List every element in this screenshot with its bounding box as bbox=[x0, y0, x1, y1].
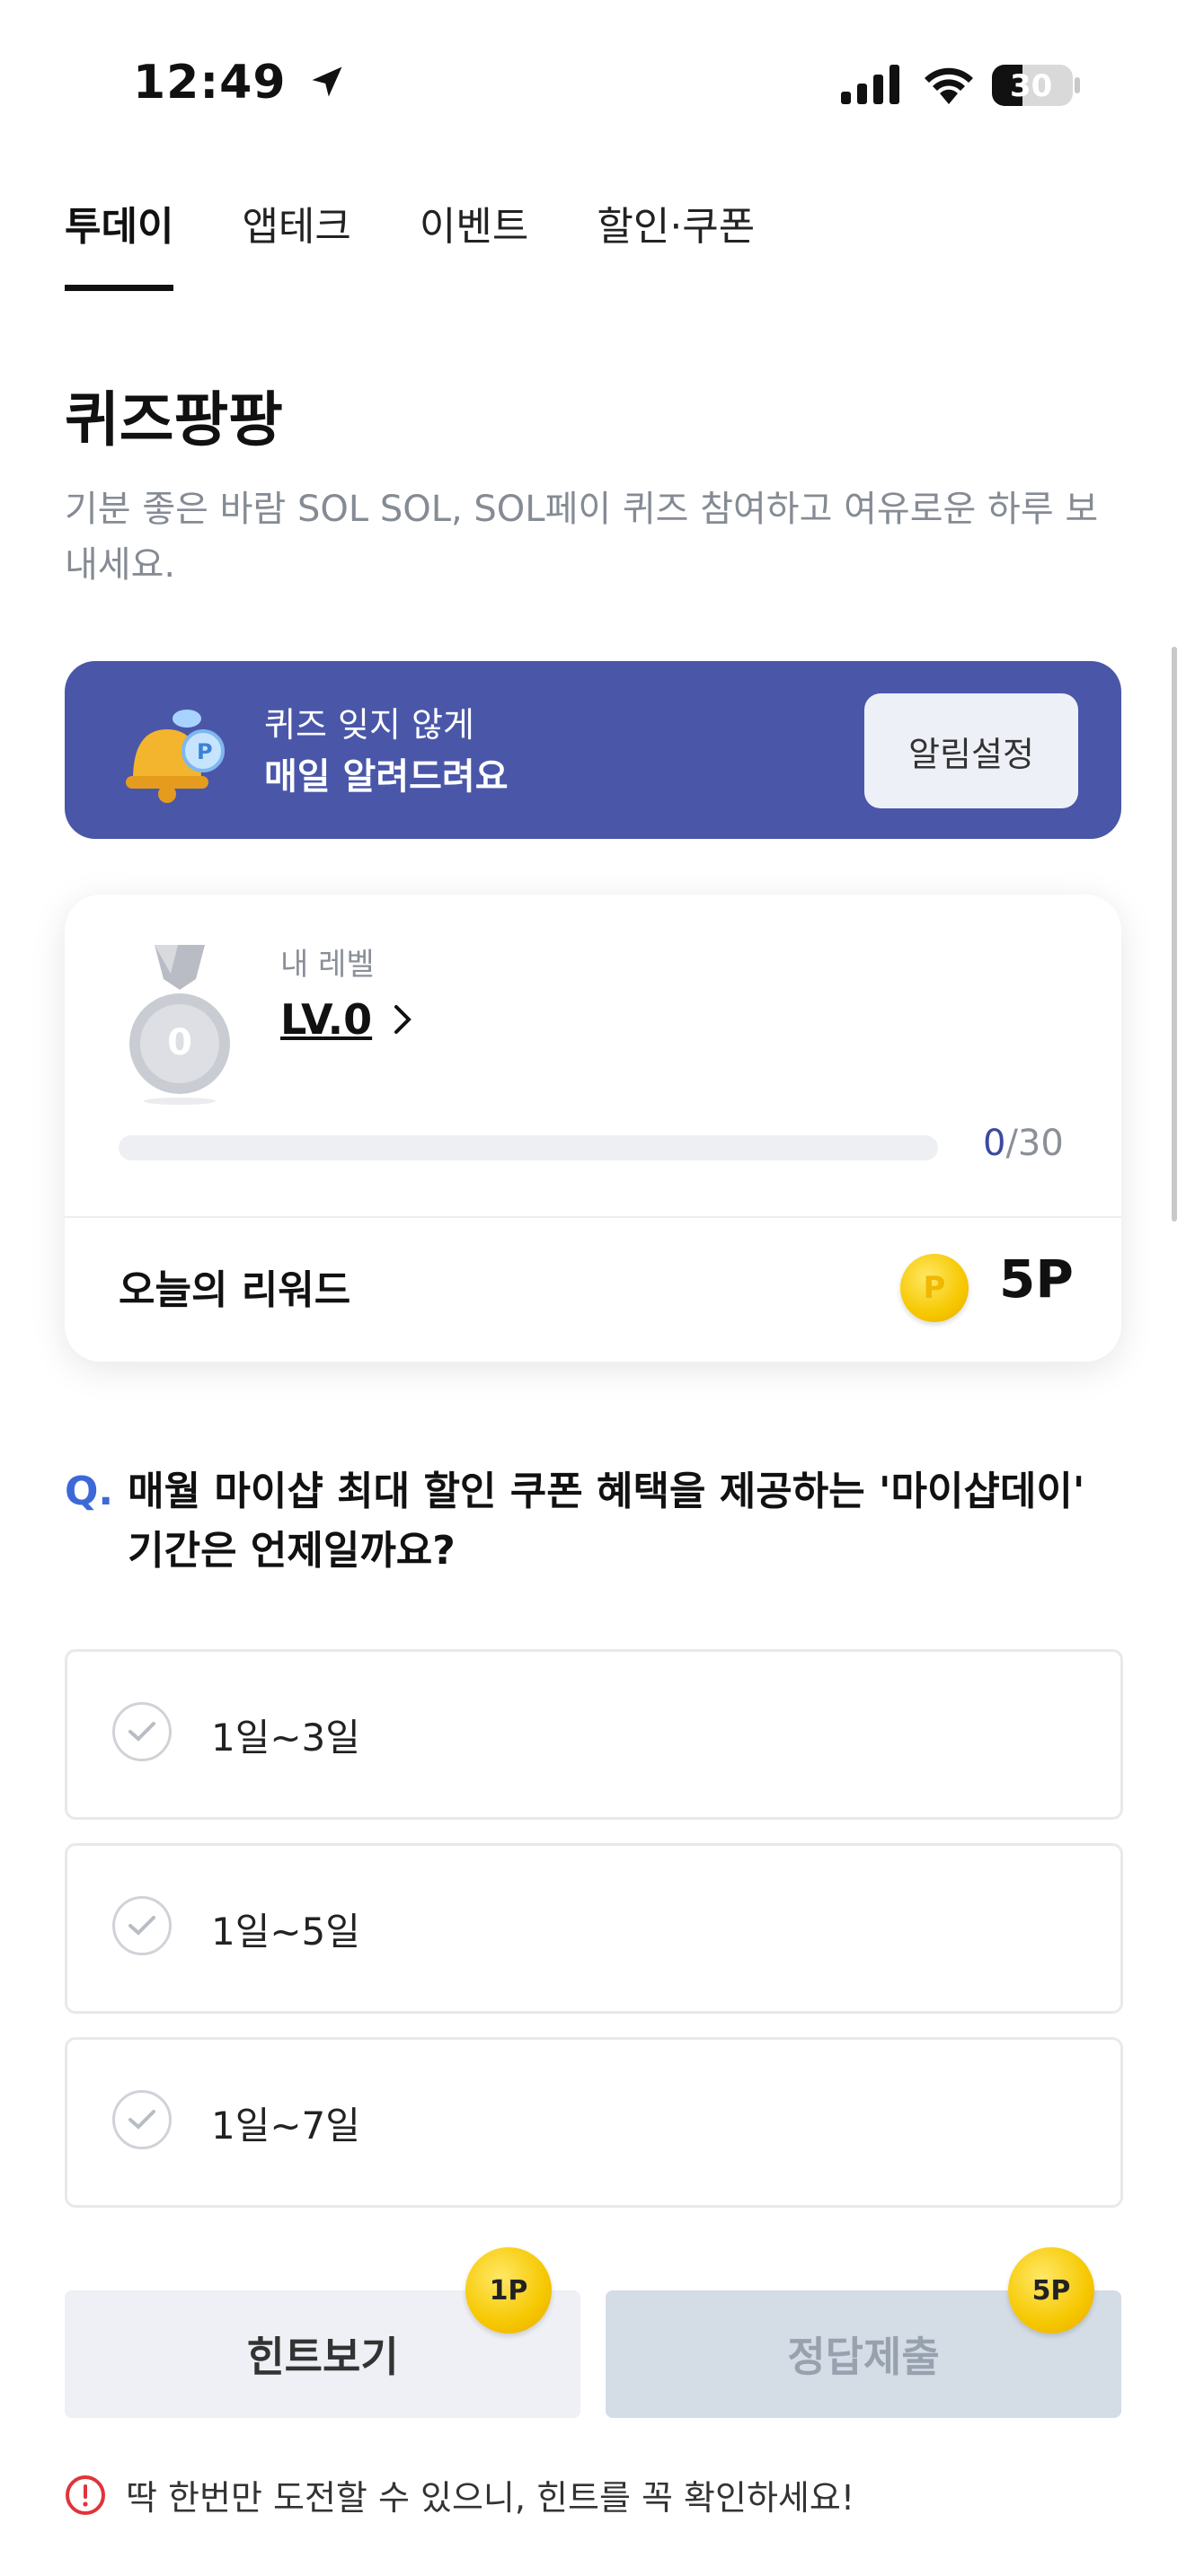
answer-option-1[interactable]: 1일~3일 bbox=[65, 1649, 1123, 1820]
reward-label: 오늘의 리워드 bbox=[119, 1267, 351, 1313]
medal-number: 0 bbox=[167, 1022, 192, 1063]
signal-icon bbox=[841, 65, 902, 108]
tab-bar: 투데이 앱테크 이벤트 할인·쿠폰 bbox=[65, 194, 755, 291]
location-arrow-icon bbox=[312, 66, 342, 97]
hint-cost-badge: 1P bbox=[465, 2247, 552, 2333]
banner-line1: 퀴즈 잊지 않게 bbox=[264, 705, 474, 745]
tab-coupons[interactable]: 할인·쿠폰 bbox=[597, 194, 755, 291]
tab-today[interactable]: 투데이 bbox=[65, 194, 174, 291]
coin-icon: P bbox=[900, 1254, 969, 1322]
quiz-question: Q. 매월 마이샵 최대 할인 쿠폰 혜택을 제공하는 '마이샵데이' 기간은 … bbox=[65, 1462, 1098, 1581]
check-circle-icon bbox=[112, 1896, 172, 1955]
level-link[interactable]: LV.0 bbox=[280, 995, 413, 1044]
tab-events[interactable]: 이벤트 bbox=[420, 194, 528, 291]
svg-text:P: P bbox=[197, 739, 213, 764]
alarm-settings-button[interactable]: 알림설정 bbox=[864, 693, 1078, 808]
banner-line2: 매일 알려드려요 bbox=[264, 756, 509, 798]
reward-value: 5P bbox=[999, 1248, 1074, 1310]
scrollbar[interactable] bbox=[1172, 647, 1177, 1222]
alert-circle-icon bbox=[66, 2475, 105, 2515]
option-label: 1일~3일 bbox=[211, 1716, 360, 1760]
check-circle-icon bbox=[112, 1702, 172, 1761]
progress-total: /30 bbox=[1005, 1123, 1064, 1164]
option-label: 1일~5일 bbox=[211, 1910, 360, 1954]
bell-coin-icon: P bbox=[106, 693, 241, 814]
question-text: 매월 마이샵 최대 할인 쿠폰 혜택을 제공하는 '마이샵데이' 기간은 언제일… bbox=[128, 1469, 1085, 1574]
medal-icon: 0 bbox=[126, 943, 234, 1108]
page-title: 퀴즈팡팡 bbox=[65, 385, 283, 454]
option-label: 1일~7일 bbox=[211, 2104, 360, 2148]
battery-level: 30 bbox=[1010, 68, 1053, 104]
banner-text: 퀴즈 잊지 않게 매일 알려드려요 bbox=[264, 699, 509, 803]
progress-current: 0 bbox=[983, 1123, 1006, 1164]
level-caption: 내 레벨 bbox=[280, 947, 375, 983]
answer-option-3[interactable]: 1일~7일 bbox=[65, 2037, 1123, 2208]
notice: 딱 한번만 도전할 수 있으니, 힌트를 꼭 확인하세요! bbox=[65, 2470, 854, 2519]
level-progress-text: 0/30 bbox=[983, 1123, 1064, 1164]
tab-apptech[interactable]: 앱테크 bbox=[242, 194, 350, 291]
card-divider bbox=[65, 1216, 1121, 1218]
level-value: LV.0 bbox=[280, 995, 373, 1044]
answer-option-2[interactable]: 1일~5일 bbox=[65, 1843, 1123, 2014]
chevron-right-icon bbox=[394, 1005, 412, 1034]
submit-reward-badge: 5P bbox=[1008, 2247, 1094, 2333]
status-time: 12:49 bbox=[133, 56, 347, 110]
battery-cap bbox=[1075, 77, 1080, 93]
level-progress-track bbox=[119, 1135, 938, 1160]
notice-text: 딱 한번만 도전할 수 있으니, 힌트를 꼭 확인하세요! bbox=[126, 2478, 855, 2518]
check-circle-icon bbox=[112, 2090, 172, 2149]
question-prefix: Q. bbox=[65, 1469, 114, 1514]
page-description: 기분 좋은 바람 SOL SOL, SOL페이 퀴즈 참여하고 여유로운 하루 … bbox=[65, 489, 1099, 586]
wifi-icon bbox=[920, 63, 978, 110]
battery-icon: 30 bbox=[992, 65, 1073, 106]
